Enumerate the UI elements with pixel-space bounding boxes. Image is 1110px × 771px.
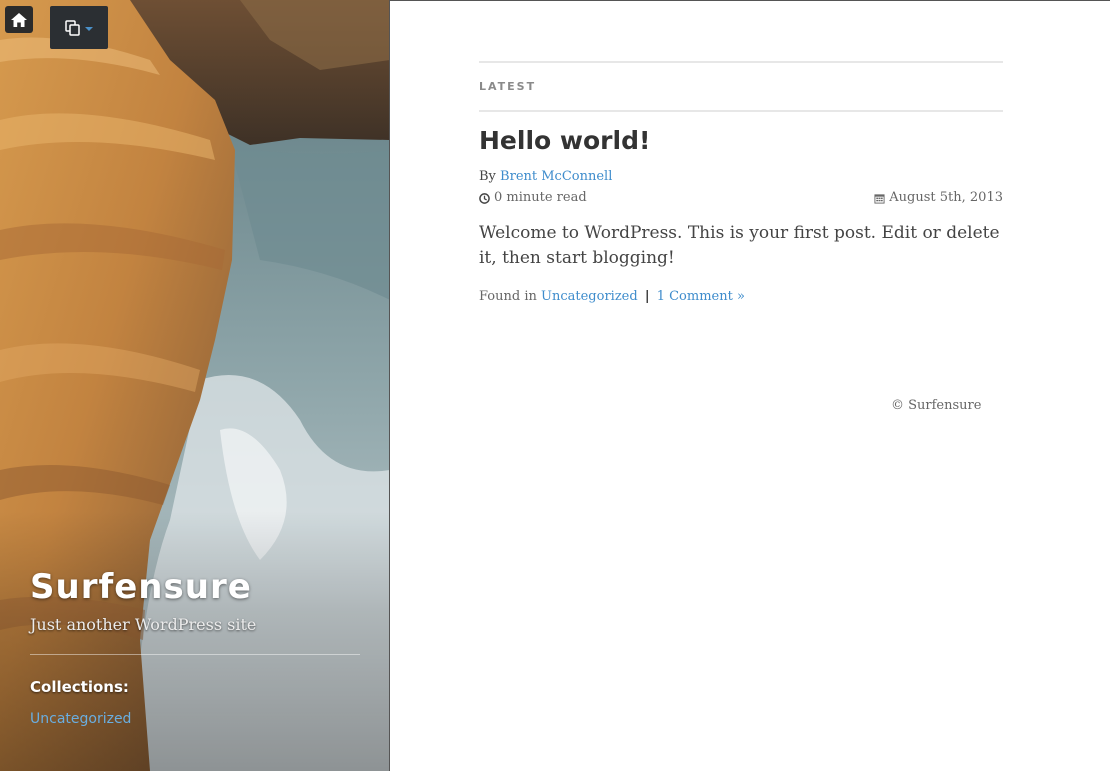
section-label: LATEST: [479, 80, 537, 93]
main-content: LATEST Hello world! By Brent McConnell 0…: [479, 61, 1003, 306]
site-info: Surfensure Just another WordPress site C…: [30, 566, 360, 727]
page: Surfensure Just another WordPress site C…: [0, 0, 1110, 771]
collections-heading: Collections:: [30, 678, 129, 696]
chevron-down-icon: [85, 26, 93, 31]
post: Hello world! By Brent McConnell 0 minute…: [479, 126, 1003, 306]
post-excerpt: Welcome to WordPress. This is your first…: [479, 223, 1000, 268]
top-border: [390, 0, 1110, 1]
menu-dropdown-button[interactable]: [50, 6, 108, 49]
site-title[interactable]: Surfensure: [30, 566, 360, 608]
hero-panel: Surfensure Just another WordPress site C…: [0, 0, 390, 771]
post-byline: By Brent McConnell: [479, 168, 1003, 186]
collection-link-uncategorized[interactable]: Uncategorized: [30, 711, 131, 727]
calendar-icon: [874, 193, 885, 204]
clock-icon: [479, 192, 490, 204]
category-link[interactable]: Uncategorized: [541, 289, 638, 304]
found-in-prefix: Found in: [479, 289, 537, 304]
home-icon: [11, 12, 27, 27]
byline-prefix: By: [479, 169, 496, 184]
read-time-text: 0 minute read: [494, 190, 587, 205]
site-tagline: Just another WordPress site: [30, 615, 257, 634]
copy-icon: [65, 19, 80, 36]
post-meta: 0 minute read August 5th, 2013: [479, 189, 1003, 207]
post-date: August 5th, 2013: [874, 189, 1003, 207]
read-time: 0 minute read: [479, 189, 587, 207]
separator: |: [644, 289, 650, 304]
author-link[interactable]: Brent McConnell: [500, 169, 612, 184]
post-footer: Found in Uncategorized | 1 Comment »: [479, 288, 1003, 306]
home-button[interactable]: [5, 6, 33, 33]
post-title[interactable]: Hello world!: [479, 126, 1003, 156]
divider: [479, 110, 1003, 112]
comments-link[interactable]: 1 Comment »: [657, 289, 745, 304]
post-date-text: August 5th, 2013: [889, 190, 1003, 205]
copyright: © Surfensure: [891, 398, 982, 413]
divider: [30, 654, 360, 655]
